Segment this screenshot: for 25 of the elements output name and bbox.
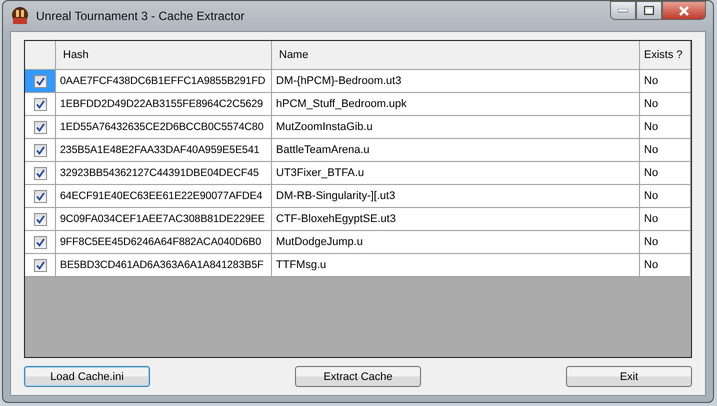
table-cell: No (640, 254, 691, 277)
checkbox[interactable] (34, 166, 46, 180)
maximize-icon (644, 6, 654, 15)
checkbox[interactable] (34, 190, 46, 202)
action-button[interactable]: Extract Cache (295, 366, 421, 387)
table-cell: TTFMsg.u (272, 254, 640, 277)
checkbox[interactable] (34, 74, 46, 88)
checkbox-cell[interactable] (25, 70, 56, 93)
checkbox-cell[interactable] (25, 254, 56, 277)
app-icon (10, 6, 30, 26)
checkbox[interactable] (34, 98, 46, 110)
minimize-icon (618, 8, 628, 12)
maximize-button[interactable] (636, 1, 662, 20)
checkbox[interactable] (34, 258, 46, 272)
table-cell: BE5BD3CD461AD6A363A6A1A841283B5F (56, 254, 272, 277)
checkbox[interactable] (34, 236, 46, 248)
checkbox[interactable] (34, 120, 46, 134)
checkbox[interactable] (34, 144, 46, 156)
action-button[interactable]: Exit (566, 366, 692, 387)
close-icon (678, 6, 690, 16)
minimize-button[interactable] (610, 1, 636, 20)
window-title: Unreal Tournament 3 - Cache Extractor (36, 9, 246, 23)
action-button[interactable]: Load Cache.ini (24, 366, 150, 387)
checkbox[interactable] (34, 212, 46, 226)
close-button[interactable] (662, 1, 706, 20)
